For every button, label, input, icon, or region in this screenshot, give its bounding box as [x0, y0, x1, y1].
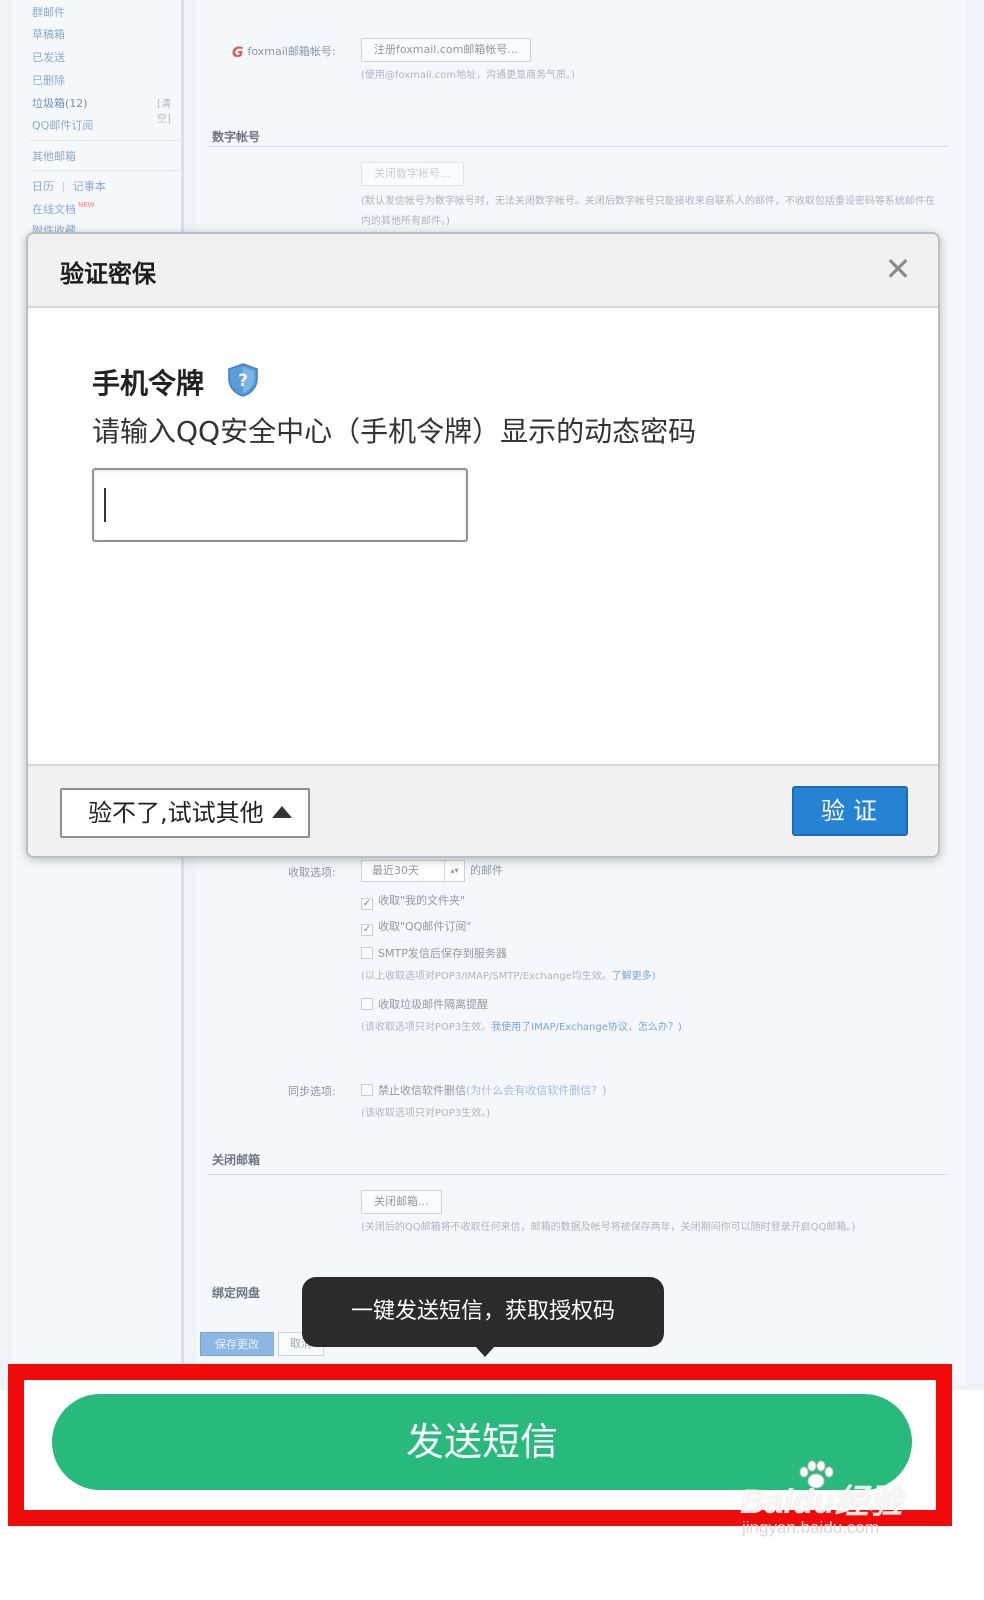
- text-cursor: [104, 488, 106, 522]
- help-shield-icon[interactable]: ?: [226, 362, 260, 398]
- receive-range-select[interactable]: 最近30天 ▴▾: [361, 860, 465, 882]
- new-badge: NEW: [78, 201, 95, 209]
- section-divider: [208, 146, 948, 147]
- protocols-hint: (以上收取选项对POP3/IMAP/SMTP/Exchange均生效。了解更多): [361, 967, 656, 987]
- check-my-folder-label: 收取"我的文件夹": [378, 894, 466, 907]
- foxmail-hint: (使用@foxmail.com地址，沟通更显商务气质。): [361, 70, 576, 81]
- sidebar-item-qq-subscribe[interactable]: QQ邮件订阅: [32, 117, 93, 133]
- check-spam-alert[interactable]: 收取垃圾邮件隔离提醒: [361, 996, 488, 1012]
- checkbox-empty-icon: [361, 947, 373, 959]
- baidu-jingyan-watermark: Baidu经验 jingyan.baidu.com: [740, 1460, 930, 1550]
- sidebar-item-online-docs[interactable]: 在线文档 NEW: [32, 201, 95, 217]
- check-no-client-delete-label: 禁止收信软件删信: [378, 1084, 466, 1097]
- foxmail-logo-icon: G: [232, 45, 244, 61]
- close-icon[interactable]: ✕: [884, 252, 912, 286]
- digital-account-hint: (默认发信帐号为数字帐号时，无法关闭数字帐号。关闭后数字帐号只能接收来自联系人的…: [361, 196, 935, 227]
- svg-text:?: ?: [238, 371, 248, 391]
- check-qq-subscribe-label: 收取"QQ邮件订阅": [378, 920, 472, 933]
- dialog-header: 验证密保 ✕: [28, 234, 938, 308]
- sidebar-item-drafts[interactable]: 草稿箱: [32, 26, 65, 42]
- close-digital-account-button[interactable]: 关闭数字帐号...: [361, 162, 464, 186]
- check-my-folder[interactable]: ✓ 收取"我的文件夹": [361, 892, 465, 910]
- why-delete-link[interactable]: (为什么会有收信软件删信？): [466, 1084, 607, 1097]
- close-mailbox-hint: (关闭后的QQ邮箱将不收取任何来信，邮箱的数据及帐号将被保存两年，关闭期间你可以…: [361, 1222, 856, 1233]
- foxmail-account-label: Gfoxmail邮箱帐号:: [232, 43, 336, 61]
- watermark-url: jingyan.baidu.com: [742, 1518, 880, 1537]
- checkbox-empty-icon: [361, 1084, 373, 1096]
- protocols-hint-text: (以上收取选项对POP3/IMAP/SMTP/Exchange均生效。: [361, 971, 612, 982]
- select-arrow-icon: ▴▾: [444, 861, 464, 881]
- receive-range-value: 最近30天: [372, 864, 419, 877]
- sync-hint: (该收取选项只对POP3生效。): [361, 1108, 491, 1119]
- checkbox-empty-icon: [361, 998, 373, 1010]
- close-mailbox-button[interactable]: 关闭邮箱...: [361, 1190, 442, 1214]
- receive-suffix: 的邮件: [470, 864, 503, 877]
- netdisk-section-title: 绑定网盘: [212, 1286, 261, 1300]
- send-sms-tooltip: 一键发送短信，获取授权码: [302, 1277, 664, 1347]
- verify-button[interactable]: 验证: [792, 786, 908, 836]
- check-spam-alert-label: 收取垃圾邮件隔离提醒: [378, 998, 488, 1011]
- check-smtp-save[interactable]: SMTP发信后保存到服务器: [361, 945, 507, 961]
- digital-account-section-title: 数字帐号: [212, 130, 261, 144]
- check-no-client-delete[interactable]: 禁止收信软件删信(为什么会有收信软件删信？): [361, 1082, 607, 1098]
- watermark-brand: Baidu经验: [740, 1483, 903, 1521]
- save-changes-button[interactable]: 保存更改: [200, 1332, 274, 1356]
- check-smtp-save-label: SMTP发信后保存到服务器: [378, 947, 507, 960]
- sidebar-divider: [30, 170, 180, 171]
- sidebar-item-spam[interactable]: 垃圾箱(12): [32, 95, 88, 111]
- mobile-token-description: 请输入QQ安全中心（手机令牌）显示的动态密码: [92, 415, 697, 448]
- foxmail-account-label-text: foxmail邮箱帐号:: [247, 45, 336, 58]
- sidebar-item-notes[interactable]: 记事本: [73, 180, 106, 193]
- triangle-up-icon: [272, 806, 292, 818]
- sidebar-item-deleted[interactable]: 已删除: [32, 72, 65, 88]
- dynamic-password-input[interactable]: [92, 468, 468, 542]
- sidebar-item-sent[interactable]: 已发送: [32, 49, 65, 65]
- imap-help-link[interactable]: 我使用了IMAP/Exchange协议，怎么办？): [491, 1022, 682, 1033]
- sidebar-item-group-mail[interactable]: 群邮件: [32, 4, 65, 20]
- sidebar-item-other-mailbox[interactable]: 其他邮箱: [32, 148, 76, 164]
- sidebar-separator: |: [61, 180, 66, 193]
- pop3-hint-text: (该收取选项只对POP3生效。: [361, 1022, 492, 1033]
- close-mailbox-section-title: 关闭邮箱: [212, 1153, 261, 1167]
- checkbox-checked-icon: ✓: [361, 924, 373, 936]
- sidebar-item-calendar[interactable]: 日历: [32, 180, 54, 193]
- sync-options-label: 同步选项:: [288, 1085, 336, 1098]
- learn-more-link[interactable]: 了解更多): [612, 971, 656, 982]
- receive-options-label: 收取选项:: [288, 866, 336, 879]
- dialog-footer: 验不了,试试其他 验证: [28, 764, 938, 856]
- section-divider: [208, 1174, 948, 1175]
- sidebar-clear-spam-link[interactable]: [清空]: [157, 95, 181, 125]
- try-other-methods-button[interactable]: 验不了,试试其他: [60, 788, 310, 838]
- checkbox-checked-icon: ✓: [361, 898, 373, 910]
- register-foxmail-button[interactable]: 注册foxmail.com邮箱帐号...: [361, 38, 531, 62]
- pop3-hint: (该收取选项只对POP3生效。我使用了IMAP/Exchange协议，怎么办？): [361, 1018, 682, 1038]
- check-qq-subscribe[interactable]: ✓ 收取"QQ邮件订阅": [361, 918, 471, 936]
- sidebar-item-calendar-notes: 日历 | 记事本: [32, 178, 106, 194]
- mobile-token-title: 手机令牌: [92, 367, 205, 400]
- verify-security-dialog: 验证密保 ✕ 手机令牌 ? 请输入QQ安全中心（手机令牌）显示的动态密码 验不了…: [26, 232, 940, 858]
- sidebar-divider: [30, 140, 180, 141]
- try-other-methods-label: 验不了,试试其他: [88, 799, 264, 827]
- tooltip-arrow: [476, 1347, 494, 1357]
- sidebar-item-online-docs-label: 在线文档: [32, 203, 76, 216]
- dialog-title: 验证密保: [60, 260, 156, 288]
